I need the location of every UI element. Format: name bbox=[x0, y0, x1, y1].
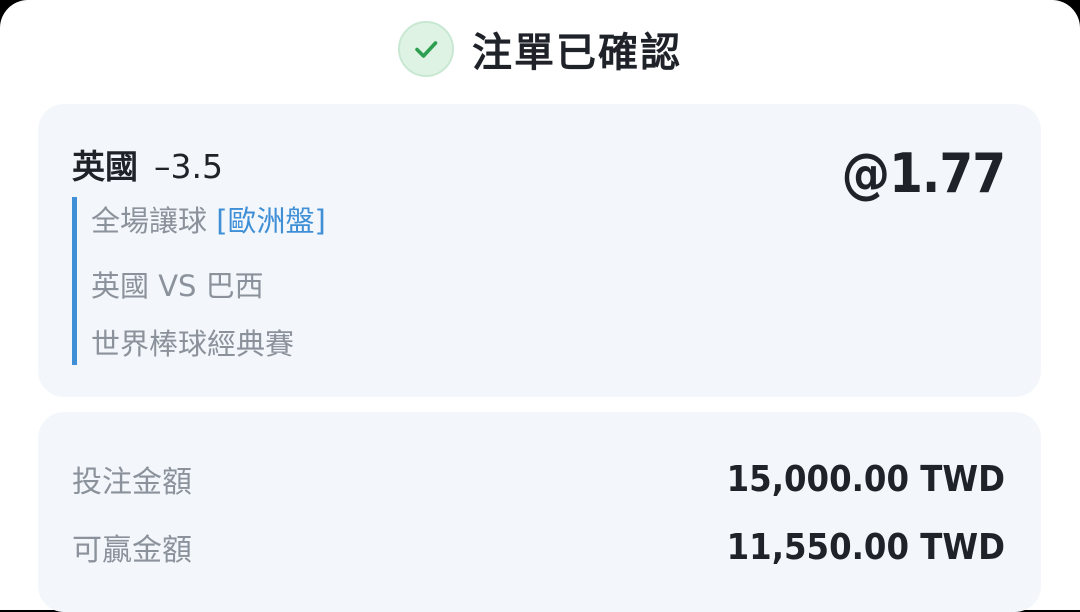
odds-value: @1.77 bbox=[841, 142, 1006, 205]
market-name: 全場讓球 bbox=[91, 204, 208, 238]
market-row: 全場讓球 [歐洲盤] bbox=[91, 197, 326, 257]
selection-team: 英國 bbox=[72, 147, 138, 186]
page-title: 注單已確認 bbox=[472, 30, 682, 76]
handicap-line: –3.5 bbox=[154, 147, 223, 186]
bet-confirmation-sheet: 注單已確認 英國 –3.5 @1.77 全場讓球 [歐洲盤] 英國 VS 巴西 … bbox=[0, 0, 1080, 612]
market-tag: [歐洲盤] bbox=[216, 204, 326, 238]
stake-value: 15,000.00 TWD bbox=[726, 458, 1005, 500]
win-value: 11,550.00 TWD bbox=[726, 526, 1005, 568]
amount-summary-card: 投注金額 15,000.00 TWD 可贏金額 11,550.00 TWD bbox=[38, 412, 1041, 612]
stake-label: 投注金額 bbox=[72, 465, 192, 500]
win-label: 可贏金額 bbox=[72, 533, 192, 568]
win-row: 可贏金額 11,550.00 TWD bbox=[72, 525, 1005, 569]
league-name: 世界棒球經典賽 bbox=[91, 327, 295, 361]
selection-line: 英國 –3.5 bbox=[72, 140, 223, 188]
bet-selection-card: 英國 –3.5 @1.77 全場讓球 [歐洲盤] 英國 VS 巴西 世界棒球經典… bbox=[38, 104, 1041, 397]
check-icon bbox=[398, 21, 454, 77]
bet-details: 全場讓球 [歐洲盤] 英國 VS 巴西 世界棒球經典賽 bbox=[72, 197, 326, 365]
stake-row: 投注金額 15,000.00 TWD bbox=[72, 457, 1005, 501]
confirmation-header: 注單已確認 bbox=[0, 18, 1080, 80]
matchup: 英國 VS 巴西 bbox=[91, 269, 264, 303]
